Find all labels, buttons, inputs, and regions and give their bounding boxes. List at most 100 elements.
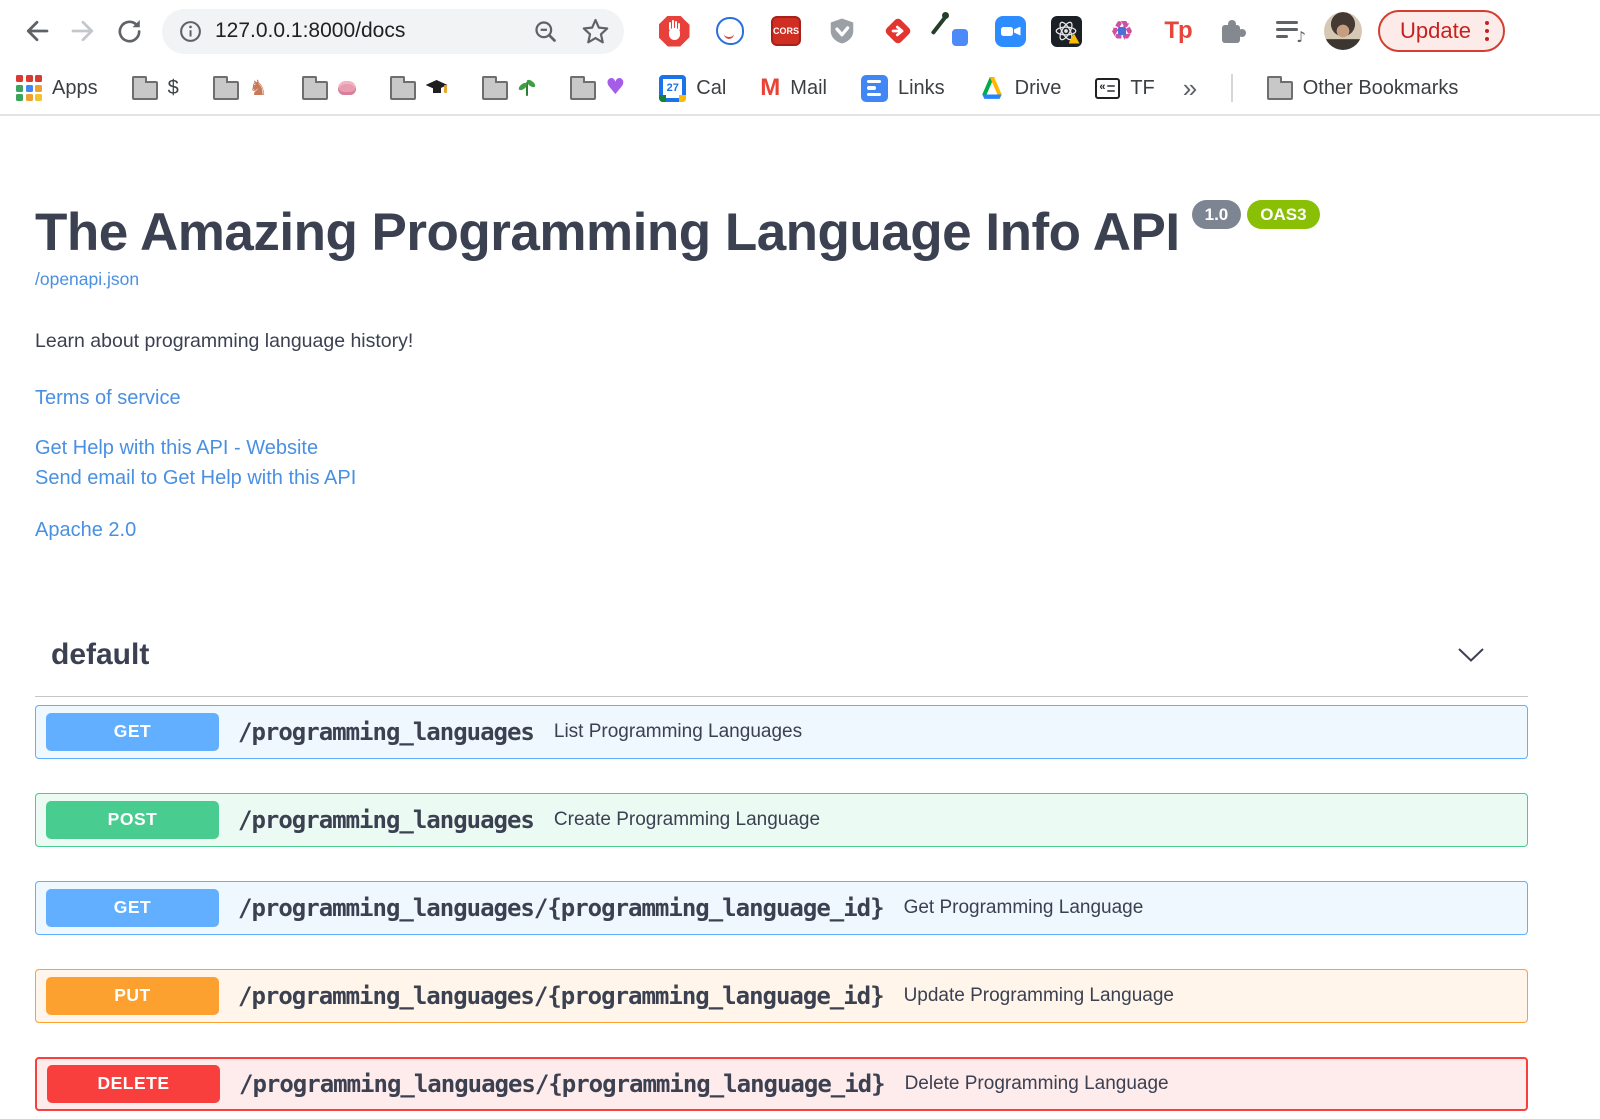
bookmark-folder-brain[interactable] [301,76,356,100]
recycle-icon[interactable]: ♻ [1102,11,1142,51]
folder-icon [569,76,596,100]
shield-icon[interactable] [822,11,862,51]
section-default-header[interactable]: default [35,638,1528,697]
bookmark-star-icon[interactable] [581,17,610,46]
purple-heart-icon: ♥ [605,75,626,100]
endpoint-path[interactable]: /programming_languages [238,718,535,746]
method-badge[interactable]: DELETE [47,1064,220,1103]
brain-icon [337,81,356,95]
endpoint-summary: Update Programming Language [903,984,1174,1006]
gmail-icon: M [760,74,781,101]
endpoint-summary: Create Programming Language [553,808,821,830]
bookmarks-divider [1231,74,1233,102]
folder-icon [212,76,239,100]
tp-icon[interactable]: Tp [1158,11,1198,51]
bookmark-folder-dollar[interactable]: $ [131,76,179,100]
help-email-link[interactable]: Send email to Get Help with this API [35,467,1528,490]
page-title: The Amazing Programming Language Info AP… [35,200,1528,261]
update-label: Update [1400,18,1471,43]
zoom-out-icon[interactable] [532,18,559,45]
zoom-camera-icon[interactable] [990,11,1030,51]
bookmark-label: Apps [52,76,98,99]
forward-button[interactable] [60,8,106,54]
endpoint-path[interactable]: /programming_languages/{programming_lang… [238,982,885,1010]
endpoint-row[interactable]: DELETE/programming_languages/{programmin… [35,1056,1528,1111]
graduation-cap-icon [425,80,448,96]
bookmark-folder-horse[interactable]: ♞ [212,75,268,100]
folder-icon [131,76,158,100]
bookmarks-overflow-chevron[interactable]: » [1183,73,1197,104]
bookmark-label: TF [1130,76,1155,99]
openapi-spec-link[interactable]: /openapi.json [35,269,139,290]
bookmark-other-bookmarks[interactable]: Other Bookmarks [1266,76,1459,100]
bookmark-label: Drive [1014,76,1062,99]
bookmark-folder-graduation[interactable] [389,76,448,100]
endpoint-path[interactable]: /programming_languages [238,806,535,834]
swagger-page: The Amazing Programming Language Info AP… [0,116,1600,1111]
bookmark-tf[interactable]: « TF [1095,76,1155,100]
bookmark-apps[interactable]: Apps [16,75,98,101]
tf-card-icon: « [1095,77,1121,99]
reload-button[interactable] [106,8,152,54]
back-arrow-icon [26,20,49,42]
reload-icon [118,19,140,43]
oas3-badge: OAS3 [1247,200,1320,229]
extensions-row: CORS ♻ Tp ♪ [654,11,1310,51]
extensions-puzzle-icon[interactable] [1214,11,1254,51]
browser-toolbar: 127.0.0.1:8000/docs CORS Tp ♪ Update [0,0,1600,62]
endpoint-row[interactable]: PUT/programming_languages/{programming_l… [35,968,1528,1023]
method-badge[interactable]: POST [46,800,219,839]
update-button[interactable]: Update [1378,10,1506,52]
send-diamond-icon[interactable] [878,11,918,51]
bookmark-label: Other Bookmarks [1302,76,1459,99]
chat-bubble-icon[interactable] [710,11,750,51]
carousel-horse-icon: ♞ [248,75,268,100]
endpoint-row[interactable]: POST/programming_languages Create Program… [35,792,1528,847]
bookmark-calendar[interactable]: 27 Cal [659,74,726,102]
endpoint-path[interactable]: /programming_languages/{programming_lang… [238,894,885,922]
api-description: Learn about programming language history… [35,329,414,352]
bookmark-folder-heart[interactable]: ♥ [569,75,626,100]
api-title-text: The Amazing Programming Language Info AP… [35,203,1180,262]
section-title: default [51,637,150,671]
adblock-icon[interactable] [654,11,694,51]
method-badge[interactable]: GET [46,888,219,927]
kebab-menu-icon[interactable] [1484,20,1490,42]
react-devtools-icon[interactable] [1046,11,1086,51]
herb-icon [517,78,537,97]
endpoint-summary: Get Programming Language [903,896,1144,918]
bookmark-mail[interactable]: M Mail [760,76,827,100]
bookmark-label: $ [167,76,179,99]
profile-avatar[interactable] [1324,12,1362,50]
endpoint-list: GET/programming_languages List Programmin… [35,704,1528,1111]
method-badge[interactable]: GET [46,712,219,751]
bookmark-links[interactable]: Links [860,74,945,102]
bookmark-label: Mail [790,76,827,99]
address-bar[interactable]: 127.0.0.1:8000/docs [162,8,624,54]
cors-icon[interactable]: CORS [766,11,806,51]
endpoint-path[interactable]: /programming_languages/{programming_lang… [239,1070,886,1098]
back-button[interactable] [14,8,60,54]
endpoint-summary: Delete Programming Language [904,1072,1169,1094]
links-doc-icon [860,74,888,102]
url-text[interactable]: 127.0.0.1:8000/docs [215,19,532,43]
version-badge: 1.0 [1191,200,1242,229]
site-info-icon[interactable] [178,19,203,44]
help-website-link[interactable]: Get Help with this API - Website [35,437,1528,460]
chevron-down-icon[interactable] [1457,647,1485,663]
folder-icon [389,76,416,100]
license-link[interactable]: Apache 2.0 [35,519,1528,542]
color-picker-icon[interactable] [930,11,974,51]
media-playlist-icon[interactable]: ♪ [1270,11,1310,51]
method-badge[interactable]: PUT [46,976,219,1015]
tp-label: Tp [1164,17,1192,44]
apps-grid-icon [16,75,42,101]
folder-icon [1266,76,1293,100]
endpoint-row[interactable]: GET/programming_languages/{programming_l… [35,880,1528,935]
bookmark-folder-herb[interactable] [481,76,537,100]
calendar-icon: 27 [659,74,687,102]
bookmark-drive[interactable]: Drive [979,76,1062,100]
terms-of-service-link[interactable]: Terms of service [35,387,1528,410]
endpoint-row[interactable]: GET/programming_languages List Programmin… [35,704,1528,759]
folder-icon [481,76,508,100]
